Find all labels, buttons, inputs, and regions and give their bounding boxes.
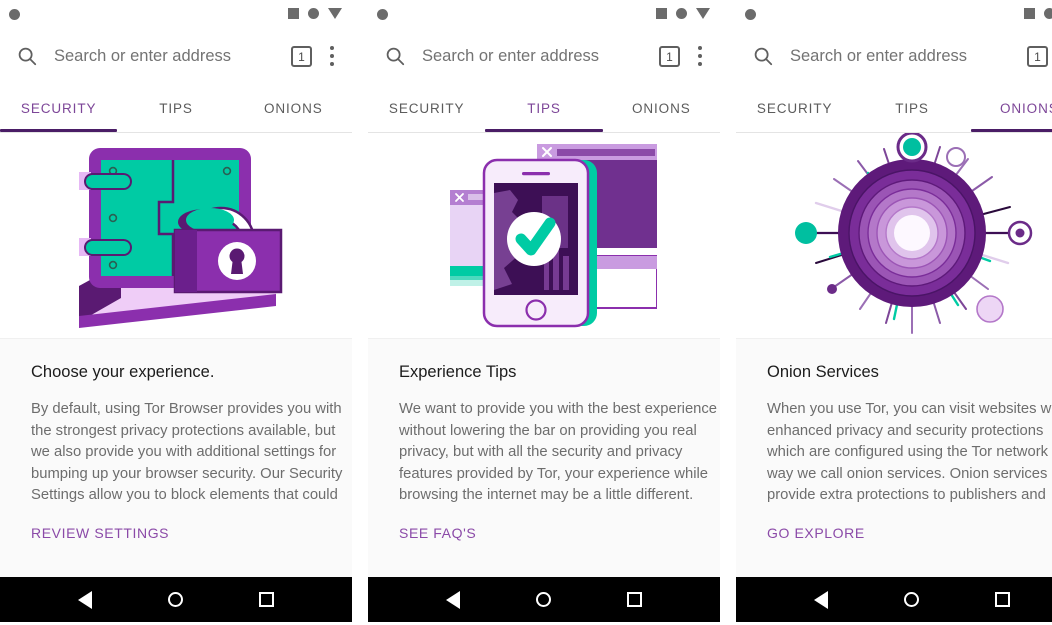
back-triangle-icon[interactable] <box>78 590 92 609</box>
tab-counter-button[interactable]: 1 <box>659 45 680 67</box>
screenshot-root: Search or enter address 1 SECURITY TIPS … <box>0 0 1052 625</box>
tab-counter-button[interactable]: 1 <box>1027 45 1048 67</box>
triangle-down-icon <box>696 8 710 19</box>
tab-label: TIPS <box>527 100 561 116</box>
home-circle-icon[interactable] <box>536 592 551 607</box>
tab-onions[interactable]: ONIONS <box>603 84 720 132</box>
tab-onions[interactable]: ONIONS <box>235 84 352 132</box>
triangle-down-icon <box>328 8 342 19</box>
panel-gap <box>720 0 736 625</box>
kebab-menu-icon[interactable] <box>330 46 335 66</box>
content-card: Experience Tips We want to provide you w… <box>368 338 720 577</box>
circle-icon <box>308 8 319 19</box>
phone-checkmark-illustration <box>368 133 720 338</box>
status-bar <box>368 0 720 28</box>
browser-toolbar: Search or enter address 1 <box>0 28 352 84</box>
status-bar <box>0 0 352 28</box>
card-body: When you use Tor, you can visit websites… <box>767 401 1052 503</box>
square-icon <box>656 8 667 19</box>
browser-toolbar: Search or enter address 1 <box>736 28 1052 84</box>
tab-security[interactable]: SECURITY <box>736 84 853 132</box>
active-tab-indicator <box>485 129 603 132</box>
phone-panel-onions: Search or enter address 1 SECURITY TIPS … <box>736 0 1052 625</box>
active-tab-indicator <box>0 129 118 132</box>
circle-dot-icon <box>745 9 756 20</box>
recents-square-icon[interactable] <box>259 592 274 607</box>
status-bar-icons <box>656 8 710 19</box>
back-triangle-icon[interactable] <box>814 590 828 609</box>
card-title: Onion Services <box>767 363 879 381</box>
card-action-link[interactable]: REVIEW SETTINGS <box>31 525 169 541</box>
card-title: Experience Tips <box>399 363 517 381</box>
tab-tips[interactable]: TIPS <box>853 84 970 132</box>
status-bar-icons <box>1024 8 1052 19</box>
tab-label: TIPS <box>895 100 929 116</box>
tab-label: ONIONS <box>263 100 323 116</box>
search-icon[interactable] <box>752 45 774 67</box>
tab-counter-button[interactable]: 1 <box>291 45 312 67</box>
safe-with-padlock-illustration <box>0 133 352 338</box>
circle-dot-icon <box>9 9 20 20</box>
circle-dot-icon <box>377 9 388 20</box>
search-input[interactable]: Search or enter address <box>54 47 291 66</box>
tab-label: ONIONS <box>631 100 691 116</box>
card-action-link[interactable]: SEE FAQ'S <box>399 525 476 541</box>
tab-bar: SECURITY TIPS ONIONS <box>736 84 1052 132</box>
square-icon <box>288 8 299 19</box>
tab-label: ONIONS <box>999 100 1052 116</box>
recents-square-icon[interactable] <box>995 592 1010 607</box>
square-icon <box>1024 8 1035 19</box>
recents-square-icon[interactable] <box>627 592 642 607</box>
card-body: By default, using Tor Browser provides y… <box>31 401 343 503</box>
back-triangle-icon[interactable] <box>446 590 460 609</box>
tab-tips[interactable]: TIPS <box>485 84 602 132</box>
circle-icon <box>676 8 687 19</box>
card-action-link[interactable]: GO EXPLORE <box>767 525 865 541</box>
tab-onions[interactable]: ONIONS <box>971 84 1052 132</box>
card-title: Choose your experience. <box>31 363 215 381</box>
search-input[interactable]: Search or enter address <box>790 47 1027 66</box>
browser-toolbar: Search or enter address 1 <box>368 28 720 84</box>
tab-label: TIPS <box>159 100 193 116</box>
card-body: We want to provide you with the best exp… <box>399 401 718 503</box>
search-icon[interactable] <box>16 45 38 67</box>
android-nav-bar <box>0 577 352 622</box>
onion-rays-illustration <box>736 133 1052 338</box>
kebab-menu-icon[interactable] <box>698 46 703 66</box>
content-card: Onion Services When you use Tor, you can… <box>736 338 1052 577</box>
home-circle-icon[interactable] <box>904 592 919 607</box>
tab-tips[interactable]: TIPS <box>117 84 234 132</box>
status-bar <box>736 0 1052 28</box>
tab-label: SECURITY <box>388 100 465 116</box>
active-tab-indicator <box>970 129 1052 132</box>
tab-label: SECURITY <box>756 100 833 116</box>
home-circle-icon[interactable] <box>168 592 183 607</box>
tab-bar: SECURITY TIPS ONIONS <box>368 84 720 132</box>
android-nav-bar <box>368 577 720 622</box>
tab-security[interactable]: SECURITY <box>0 84 117 132</box>
phone-panel-tips: Search or enter address 1 SECURITY TIPS … <box>368 0 720 625</box>
phone-panel-security: Search or enter address 1 SECURITY TIPS … <box>0 0 352 625</box>
android-nav-bar <box>736 577 1052 622</box>
panel-gap <box>352 0 368 625</box>
status-bar-icons <box>288 8 342 19</box>
circle-icon <box>1044 8 1052 19</box>
tab-security[interactable]: SECURITY <box>368 84 485 132</box>
tab-label: SECURITY <box>20 100 97 116</box>
search-input[interactable]: Search or enter address <box>422 47 659 66</box>
tab-bar: SECURITY TIPS ONIONS <box>0 84 352 132</box>
content-card: Choose your experience. By default, usin… <box>0 338 352 577</box>
search-icon[interactable] <box>384 45 406 67</box>
